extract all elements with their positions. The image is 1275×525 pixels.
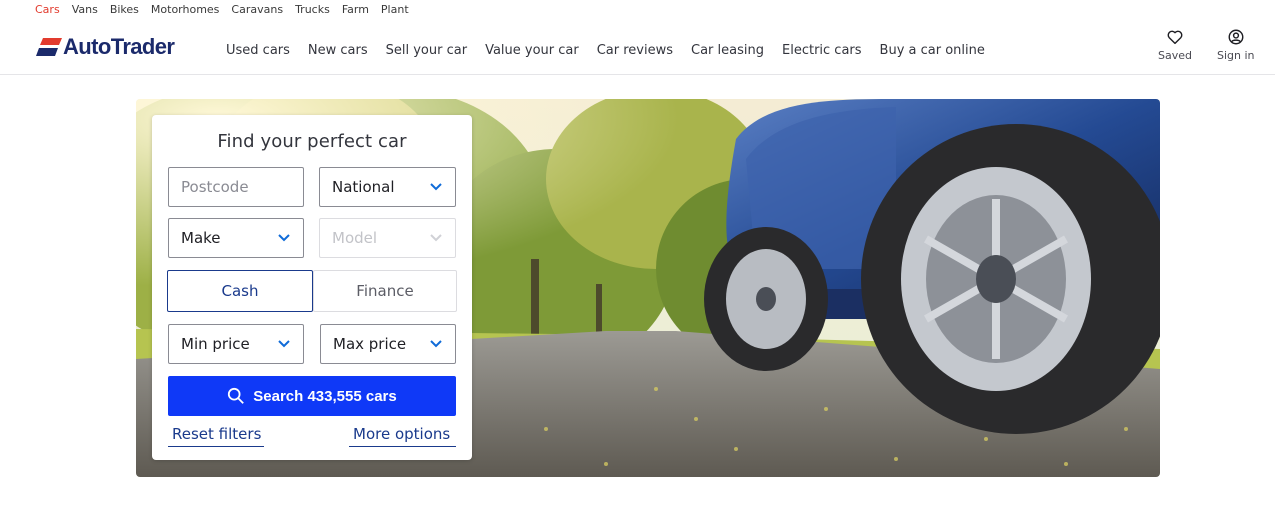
more-options-link[interactable]: More options — [349, 425, 456, 447]
saved-button[interactable]: Saved — [1158, 28, 1192, 62]
postcode-field[interactable] — [168, 167, 304, 207]
panel-title: Find your perfect car — [217, 131, 407, 152]
finance-toggle[interactable]: Finance — [313, 270, 457, 312]
nav-car-leasing[interactable]: Car leasing — [691, 42, 764, 60]
vehicle-type-nav: Cars Vans Bikes Motorhomes Caravans Truc… — [35, 2, 409, 18]
distance-select[interactable]: National — [319, 167, 456, 207]
heart-icon — [1167, 30, 1183, 45]
reset-filters-link[interactable]: Reset filters — [168, 425, 264, 447]
vehicle-type-plant[interactable]: Plant — [381, 2, 409, 18]
vehicle-type-cars[interactable]: Cars — [35, 2, 60, 18]
vehicle-type-caravans[interactable]: Caravans — [231, 2, 283, 18]
min-price-select[interactable]: Min price — [168, 324, 304, 364]
chevron-down-icon — [278, 340, 290, 348]
chevron-down-icon — [430, 183, 442, 191]
site-header: AutoTrader Used cars New cars Sell your … — [0, 18, 1275, 75]
finance-label: Finance — [356, 282, 414, 300]
distance-value: National — [332, 178, 395, 196]
search-button[interactable]: Search 433,555 cars — [168, 376, 456, 416]
postcode-input[interactable] — [181, 178, 303, 196]
main-nav: Used cars New cars Sell your car Value y… — [226, 42, 985, 60]
nav-used-cars[interactable]: Used cars — [226, 42, 290, 60]
nav-value-your-car[interactable]: Value your car — [485, 42, 579, 60]
min-price-value: Min price — [181, 335, 250, 353]
chevron-down-icon — [430, 340, 442, 348]
user-circle-icon — [1228, 29, 1244, 45]
max-price-value: Max price — [333, 335, 407, 353]
vehicle-type-vans[interactable]: Vans — [72, 2, 98, 18]
nav-new-cars[interactable]: New cars — [308, 42, 368, 60]
search-panel: Find your perfect car National Make Mode… — [152, 115, 472, 460]
chevron-down-icon — [430, 234, 442, 242]
signin-button[interactable]: Sign in — [1217, 28, 1255, 62]
cash-toggle[interactable]: Cash — [167, 270, 313, 312]
search-button-label: Search 433,555 cars — [253, 387, 397, 405]
logo-text: AutoTrader — [63, 34, 175, 59]
nav-buy-a-car-online[interactable]: Buy a car online — [880, 42, 985, 60]
vehicle-type-farm[interactable]: Farm — [342, 2, 369, 18]
saved-label: Saved — [1158, 49, 1192, 62]
nav-car-reviews[interactable]: Car reviews — [597, 42, 673, 60]
vehicle-type-bikes[interactable]: Bikes — [110, 2, 139, 18]
nav-sell-your-car[interactable]: Sell your car — [386, 42, 467, 60]
chevron-down-icon — [278, 234, 290, 242]
nav-electric-cars[interactable]: Electric cars — [782, 42, 862, 60]
make-value: Make — [181, 229, 221, 247]
autotrader-logo[interactable]: AutoTrader — [36, 34, 175, 59]
cash-label: Cash — [221, 282, 259, 300]
model-select: Model — [319, 218, 456, 258]
max-price-select[interactable]: Max price — [320, 324, 456, 364]
vehicle-type-motorhomes[interactable]: Motorhomes — [151, 2, 220, 18]
search-icon — [228, 387, 245, 404]
logo-stripes-icon — [36, 38, 62, 56]
vehicle-type-trucks[interactable]: Trucks — [295, 2, 330, 18]
model-value: Model — [332, 229, 378, 247]
make-select[interactable]: Make — [168, 218, 304, 258]
signin-label: Sign in — [1217, 49, 1255, 62]
